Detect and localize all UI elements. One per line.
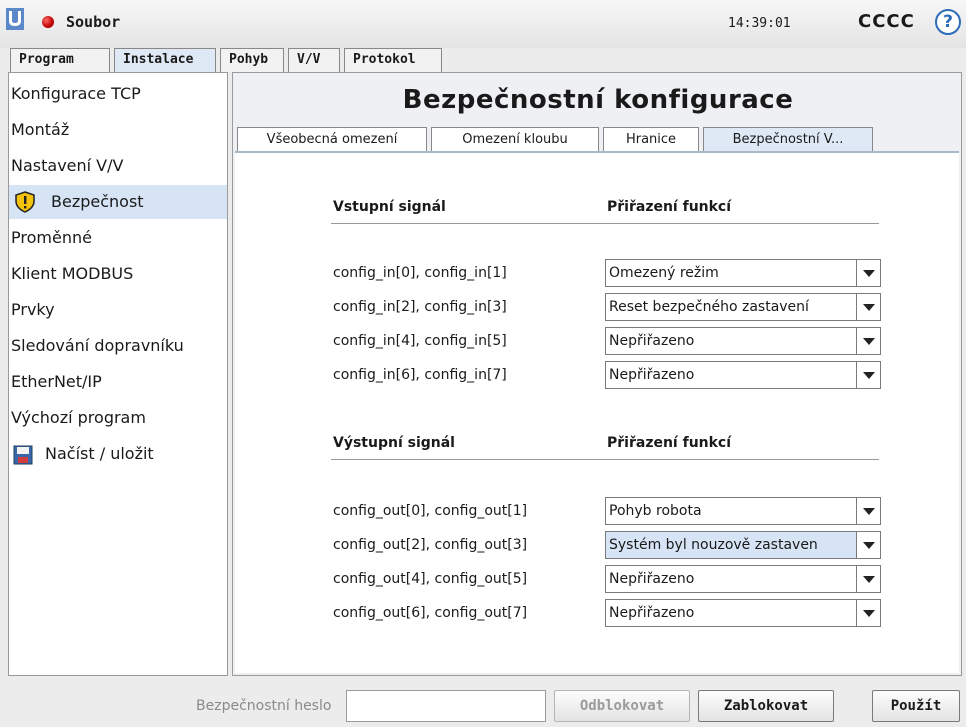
tab-program[interactable]: Program — [10, 48, 110, 72]
input-function-select[interactable]: Nepřiřazeno — [605, 327, 881, 355]
output-signal-label: config_out[0], config_out[1] — [333, 503, 528, 519]
input-signal-label: config_in[6], config_in[7] — [333, 367, 507, 383]
sidebar-item-load-save[interactable]: Načíst / uložit — [9, 437, 227, 471]
output-function-header: Přiřazení funkcí — [607, 435, 732, 451]
lock-button[interactable]: Zablokovat — [698, 690, 834, 722]
output-signal-label: config_out[4], config_out[5] — [333, 571, 528, 587]
password-field[interactable] — [346, 690, 546, 722]
shield-warning-icon — [15, 191, 35, 213]
sidebar-item-conveyor[interactable]: Sledování dopravníku — [9, 329, 227, 363]
tab-general-limits[interactable]: Všeobecná omezení — [237, 127, 427, 151]
sidebar-item-default-program[interactable]: Výchozí program — [9, 401, 227, 435]
save-disk-icon — [13, 445, 33, 465]
content-area: Bezpečnostní konfigurace Všeobecná omeze… — [232, 72, 962, 676]
select-value: Omezený režim — [609, 265, 719, 281]
select-value: Pohyb robota — [609, 503, 702, 519]
sidebar-item-features[interactable]: Prvky — [9, 293, 227, 327]
sidebar-item-label: Načíst / uložit — [45, 444, 154, 463]
robot-name: CCCC — [858, 11, 915, 32]
bottom-bar: Bezpečnostní heslo Odblokovat Zablokovat… — [0, 680, 966, 727]
output-function-select[interactable]: Pohyb robota — [605, 497, 881, 525]
divider — [331, 223, 879, 224]
top-bar: Soubor 14:39:01 CCCC ? — [0, 0, 966, 48]
chevron-down-icon[interactable] — [856, 498, 880, 524]
input-signal-label: config_in[4], config_in[5] — [333, 333, 507, 349]
clock: 14:39:01 — [728, 16, 791, 31]
sidebar-item-tcp[interactable]: Konfigurace TCP — [9, 77, 227, 111]
sidebar: Konfigurace TCP Montáž Nastavení V/V Bez… — [8, 72, 228, 676]
page-title: Bezpečnostní konfigurace — [402, 85, 794, 115]
chevron-down-icon[interactable] — [856, 294, 880, 320]
sidebar-item-variables[interactable]: Proměnné — [9, 221, 227, 255]
input-signal-label: config_in[0], config_in[1] — [333, 265, 507, 281]
select-value: Nepřiřazeno — [609, 605, 695, 621]
sidebar-item-modbus[interactable]: Klient MODBUS — [9, 257, 227, 291]
output-function-select[interactable]: Systém byl nouzově zastaven — [605, 531, 881, 559]
tab-vv[interactable]: V/V — [288, 48, 340, 72]
output-signal-header: Výstupní signál — [333, 435, 455, 451]
input-signal-header: Vstupní signál — [333, 199, 446, 215]
unlock-button[interactable]: Odblokovat — [554, 690, 690, 722]
sidebar-item-io-setup[interactable]: Nastavení V/V — [9, 149, 227, 183]
sidebar-item-safety[interactable]: Bezpečnost — [9, 185, 227, 219]
divider — [331, 459, 879, 460]
sidebar-item-label: Bezpečnost — [51, 192, 144, 211]
tab-joint-limits[interactable]: Omezení kloubu — [431, 127, 599, 151]
select-value: Nepřiřazeno — [609, 333, 695, 349]
tab-instalace[interactable]: Instalace — [114, 48, 216, 72]
select-value: Nepřiřazeno — [609, 571, 695, 587]
apply-button[interactable]: Použít — [872, 690, 960, 722]
input-function-select[interactable]: Nepřiřazeno — [605, 361, 881, 389]
output-signal-label: config_out[2], config_out[3] — [333, 537, 528, 553]
sidebar-item-ethernetip[interactable]: EtherNet/IP — [9, 365, 227, 399]
tab-pohyb[interactable]: Pohyb — [220, 48, 284, 72]
tab-boundaries[interactable]: Hranice — [603, 127, 699, 151]
status-led-icon[interactable] — [42, 16, 54, 28]
sidebar-item-mount[interactable]: Montáž — [9, 113, 227, 147]
sub-tabs: Všeobecná omezení Omezení kloubu Hranice… — [233, 127, 963, 151]
select-value: Reset bezpečného zastavení — [609, 299, 809, 315]
chevron-down-icon[interactable] — [856, 362, 880, 388]
chevron-down-icon[interactable] — [856, 600, 880, 626]
input-function-header: Přiřazení funkcí — [607, 199, 732, 215]
safety-io-panel: Vstupní signál Přiřazení funkcí config_i… — [235, 151, 959, 673]
chevron-down-icon[interactable] — [856, 566, 880, 592]
ur-logo-icon — [6, 8, 24, 30]
select-value: Nepřiřazeno — [609, 367, 695, 383]
output-function-select[interactable]: Nepřiřazeno — [605, 565, 881, 593]
input-function-select[interactable]: Reset bezpečného zastavení — [605, 293, 881, 321]
select-value: Systém byl nouzově zastaven — [609, 537, 818, 553]
main-tabs: Program Instalace Pohyb V/V Protokol — [0, 48, 966, 72]
password-label: Bezpečnostní heslo — [196, 698, 332, 714]
input-function-select[interactable]: Omezený režim — [605, 259, 881, 287]
tab-safety-io[interactable]: Bezpečnostní V... — [703, 127, 873, 151]
tab-protokol[interactable]: Protokol — [344, 48, 442, 72]
chevron-down-icon[interactable] — [856, 260, 880, 286]
output-signal-label: config_out[6], config_out[7] — [333, 605, 528, 621]
output-function-select[interactable]: Nepřiřazeno — [605, 599, 881, 627]
chevron-down-icon[interactable] — [856, 532, 880, 558]
help-icon[interactable]: ? — [935, 9, 961, 35]
file-menu[interactable]: Soubor — [66, 13, 120, 31]
input-signal-label: config_in[2], config_in[3] — [333, 299, 507, 315]
chevron-down-icon[interactable] — [856, 328, 880, 354]
